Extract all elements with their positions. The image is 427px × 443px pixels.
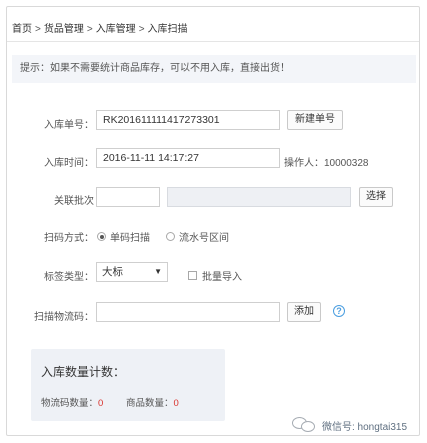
goods-count: 商品数量：0 <box>126 395 179 409</box>
scan-mode-range-label: 流水号区间 <box>179 233 229 244</box>
count-panel-title: 入库数量计数： <box>41 365 126 379</box>
help-icon[interactable]: ? <box>333 305 345 317</box>
scan-mode-single-radio[interactable]: 单码扫描 <box>97 229 150 244</box>
breadcrumb-separator: > <box>138 24 145 35</box>
watermark-text: 微信号: hongtai315 <box>322 421 408 433</box>
scan-mode-single-label: 单码扫描 <box>110 233 150 244</box>
label-type-select[interactable]: 大标 ▼ <box>96 262 168 282</box>
scan-code-input[interactable] <box>96 302 280 322</box>
chevron-down-icon: ▼ <box>154 267 162 276</box>
order-number-input[interactable]: RK201611111417273301 <box>96 110 280 130</box>
radio-unselected-icon <box>166 232 175 241</box>
breadcrumb-current-page: 入库扫描 <box>147 24 188 35</box>
batch-label: 关联批次 <box>54 196 94 207</box>
select-batch-button[interactable]: 选择 <box>359 187 393 207</box>
scan-mode-label: 扫码方式： <box>44 233 94 244</box>
breadcrumb-home[interactable]: 首页 <box>12 24 32 35</box>
bulk-import-label: 批量导入 <box>202 272 242 283</box>
goods-count-label: 商品数量： <box>126 398 174 409</box>
operator-info: 操作人：10000328 <box>284 158 369 169</box>
add-code-button[interactable]: 添加 <box>287 302 321 322</box>
goods-count-value: 0 <box>173 398 179 409</box>
new-order-number-button[interactable]: 新建单号 <box>287 110 343 130</box>
logistics-code-count-value: 0 <box>98 398 104 409</box>
breadcrumb-inbound-management[interactable]: 入库管理 <box>96 24 136 35</box>
order-number-label: 入库单号： <box>44 120 94 131</box>
scan-code-label: 扫描物流码： <box>34 312 94 323</box>
breadcrumb-divider <box>7 41 419 42</box>
logistics-code-count: 物流码数量：0 <box>41 395 103 409</box>
wechat-icon <box>292 416 318 434</box>
batch-input[interactable] <box>96 187 160 207</box>
breadcrumb-goods-management[interactable]: 货品管理 <box>44 24 84 35</box>
count-panel: 入库数量计数： 物流码数量：0 商品数量：0 <box>31 349 225 421</box>
radio-selected-icon <box>97 232 106 241</box>
breadcrumb-separator: > <box>35 24 41 35</box>
tip-banner: 提示：如果不需要统计商品库存，可以不用入库，直接出货！ <box>12 55 416 83</box>
label-type-label: 标签类型： <box>44 272 94 283</box>
order-time-input[interactable]: 2016-11-11 14:17:27 <box>96 148 280 168</box>
label-type-selected: 大标 <box>102 266 123 278</box>
breadcrumb-separator: > <box>86 24 93 35</box>
batch-name-display <box>167 187 351 207</box>
scan-mode-range-radio[interactable]: 流水号区间 <box>166 229 229 244</box>
breadcrumb: 首页 > 货品管理 > 入库管理 > 入库扫描 <box>12 20 188 35</box>
logistics-code-count-label: 物流码数量： <box>41 398 99 409</box>
order-time-label: 入库时间： <box>44 158 94 169</box>
bulk-import-checkbox[interactable]: 批量导入 <box>188 268 242 283</box>
wechat-watermark: 微信号: hongtai315 <box>292 416 407 434</box>
checkbox-icon <box>188 271 197 280</box>
